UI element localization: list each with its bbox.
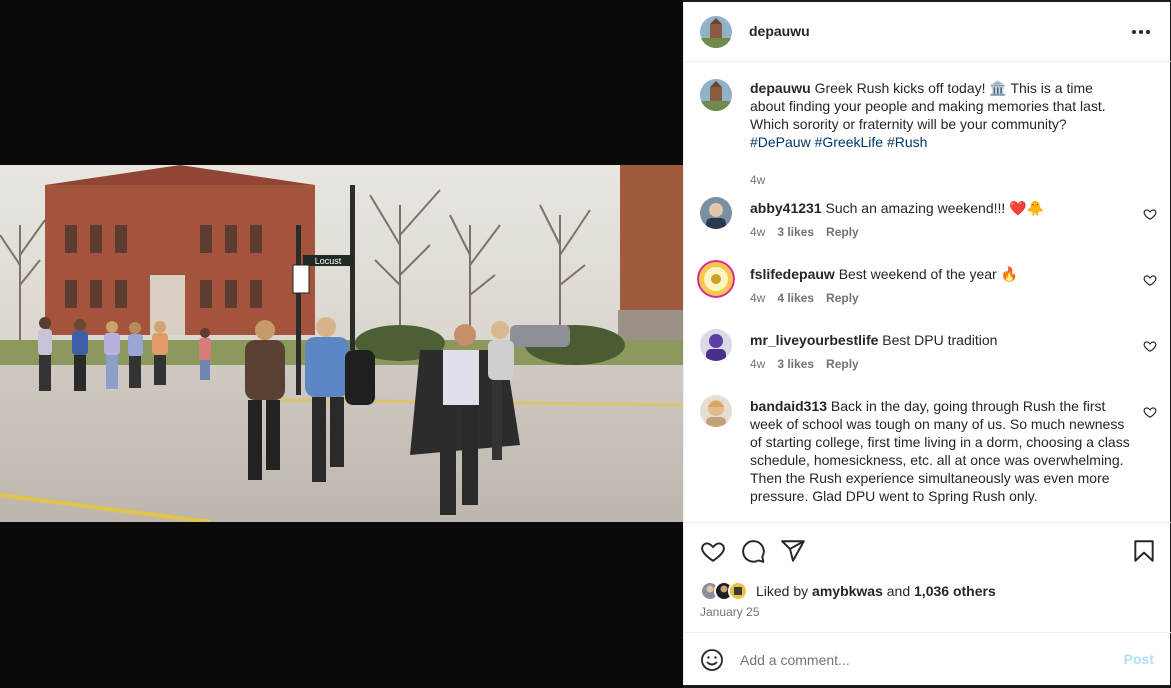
liker-avatar-image	[730, 583, 746, 599]
likes-joiner: and	[886, 583, 911, 599]
reply-button[interactable]: Reply	[826, 225, 859, 239]
post-actions: Liked by amybkwas and 1,036 others Janua…	[684, 522, 1171, 632]
caption-body: depauwu Greek Rush kicks off today! 🏛️ T…	[750, 79, 1130, 151]
liker-username[interactable]: amybkwas	[812, 583, 883, 599]
comment-age[interactable]: 4w	[750, 225, 765, 239]
comments-list: depauwu Greek Rush kicks off today! 🏛️ T…	[684, 63, 1171, 523]
comment-body: fslifedepauw Best weekend of the year 🔥	[750, 265, 1130, 283]
heart-icon[interactable]	[1143, 405, 1157, 419]
commenter-avatar-image	[700, 329, 732, 361]
liked-by-prefix: Liked by	[756, 583, 809, 599]
post-comment-button[interactable]: Post	[1124, 651, 1154, 667]
hashtag-link[interactable]: #GreekLife	[815, 134, 883, 150]
comment-bubble-icon[interactable]	[740, 538, 766, 564]
comment-meta: 4w 3 likes Reply	[750, 357, 859, 371]
heart-icon[interactable]	[1143, 273, 1157, 287]
comment-meta: 4w 4 likes Reply	[750, 291, 859, 305]
comment-body: mr_liveyourbestlife Best DPU tradition	[750, 331, 1130, 349]
caption-avatar-image	[700, 79, 732, 111]
comment-input[interactable]	[740, 647, 1100, 673]
add-comment-bar: Post	[684, 632, 1171, 685]
post-photo-illustration: Locust	[0, 165, 683, 522]
commenter-avatar[interactable]	[700, 395, 732, 427]
comment-meta: 4w 3 likes Reply	[750, 225, 859, 239]
author-avatar-image	[700, 16, 732, 48]
comment-username[interactable]: abby41231	[750, 200, 822, 216]
paper-plane-icon[interactable]	[780, 538, 806, 564]
commenter-avatar-image	[700, 197, 732, 229]
street-sign-text: Locust	[315, 256, 342, 266]
comment-age[interactable]: 4w	[750, 357, 765, 371]
heart-icon[interactable]	[1143, 207, 1157, 221]
commenter-avatar-image	[700, 395, 732, 427]
liker-avatar[interactable]	[728, 581, 748, 601]
likes-summary: Liked by amybkwas and 1,036 others	[756, 583, 996, 599]
post-date[interactable]: January 25	[700, 605, 759, 619]
comment-text: Best DPU tradition	[882, 332, 998, 348]
comment-age[interactable]: 4w	[750, 291, 765, 305]
comment-text: Best weekend of the year 🔥	[838, 266, 1018, 282]
commenter-avatar[interactable]	[700, 197, 732, 229]
caption-avatar[interactable]	[700, 79, 732, 111]
hashtag-link[interactable]: #DePauw	[750, 134, 811, 150]
author-username[interactable]: depauwu	[749, 23, 810, 39]
media-viewer: Locust	[0, 0, 683, 688]
comment-body: abby41231 Such an amazing weekend!!! ❤️🐥	[750, 199, 1130, 217]
comment-username[interactable]: bandaid313	[750, 398, 827, 414]
comment-likes[interactable]: 3 likes	[777, 225, 814, 239]
comment-likes[interactable]: 4 likes	[777, 291, 814, 305]
reply-button[interactable]: Reply	[826, 357, 859, 371]
comment-text: Such an amazing weekend!!! ❤️🐥	[825, 200, 1045, 216]
smiley-icon[interactable]	[700, 648, 724, 672]
commenter-avatar[interactable]	[697, 260, 735, 298]
comment-username[interactable]: mr_liveyourbestlife	[750, 332, 878, 348]
post-details-panel: depauwu depauwu Greek Rush kicks off tod…	[683, 2, 1171, 685]
others-likes-link[interactable]: 1,036 others	[914, 583, 996, 599]
caption-meta: 4w	[750, 173, 765, 187]
commenter-avatar[interactable]	[700, 329, 732, 361]
heart-icon[interactable]	[1143, 339, 1157, 353]
comment-username[interactable]: fslifedepauw	[750, 266, 835, 282]
more-options-button[interactable]	[1129, 20, 1153, 44]
more-horizontal-icon	[1132, 30, 1150, 34]
post-header: depauwu	[684, 2, 1171, 62]
comment-likes[interactable]: 3 likes	[777, 357, 814, 371]
bookmark-icon[interactable]	[1131, 538, 1157, 564]
comment-body: bandaid313 Back in the day, going throug…	[750, 397, 1130, 505]
post-photo[interactable]: Locust	[0, 165, 683, 522]
liked-by-row: Liked by amybkwas and 1,036 others	[700, 580, 996, 602]
caption-username[interactable]: depauwu	[750, 80, 811, 96]
author-avatar[interactable]	[700, 16, 732, 48]
hashtag-link[interactable]: #Rush	[887, 134, 927, 150]
reply-button[interactable]: Reply	[826, 291, 859, 305]
commenter-avatar-image	[697, 260, 735, 298]
heart-icon[interactable]	[700, 538, 726, 564]
caption-age[interactable]: 4w	[750, 173, 765, 187]
